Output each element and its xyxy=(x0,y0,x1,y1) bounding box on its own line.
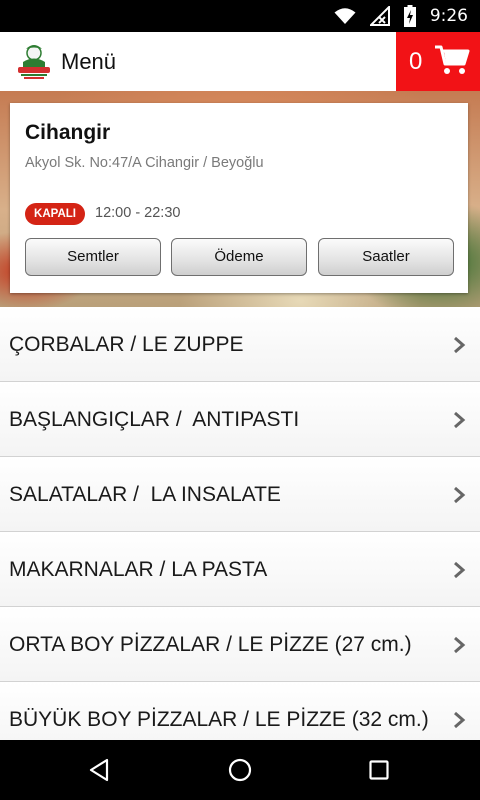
districts-button[interactable]: Semtler xyxy=(25,238,161,276)
wifi-icon xyxy=(334,8,356,24)
shopping-cart-icon xyxy=(435,45,470,74)
store-name: Cihangir xyxy=(25,121,111,144)
menu-category-label: MAKARNALAR / LA PASTA xyxy=(9,558,268,581)
chevron-right-icon xyxy=(454,486,466,504)
menu-category-row[interactable]: ORTA BOY PİZZALAR / LE PİZZE (27 cm.) xyxy=(0,607,480,682)
page-title: Menü xyxy=(61,49,117,74)
status-time: 9:26 xyxy=(429,6,468,26)
menu-category-row[interactable]: MAKARNALAR / LA PASTA xyxy=(0,532,480,607)
app-bar: Menü 0 xyxy=(0,32,480,91)
menu-category-label: BÜYÜK BOY PİZZALAR / LE PİZZE (32 cm.) xyxy=(9,708,429,731)
menu-category-label: BAŞLANGIÇLAR / ANTIPASTI xyxy=(9,408,300,431)
navigation-bar xyxy=(0,740,480,800)
payment-button[interactable]: Ödeme xyxy=(171,238,307,276)
back-icon xyxy=(89,758,109,782)
chevron-right-icon xyxy=(454,636,466,654)
menu-category-label: SALATALAR / LA INSALATE xyxy=(9,483,281,506)
status-icons: 9:26 xyxy=(334,5,468,27)
signal-off-icon xyxy=(369,6,390,26)
status-bar: 9:26 xyxy=(0,0,480,32)
store-address: Akyol Sk. No:47/A Cihangir / Beyoğlu xyxy=(25,155,264,171)
menu-category-label: ORTA BOY PİZZALAR / LE PİZZE (27 cm.) xyxy=(9,633,412,656)
restaurant-logo-icon xyxy=(15,41,53,81)
chevron-right-icon xyxy=(454,711,466,729)
recents-button[interactable] xyxy=(339,740,419,800)
chevron-right-icon xyxy=(454,411,466,429)
status-badge: KAPALI xyxy=(25,203,85,225)
cart-count: 0 xyxy=(409,48,423,75)
opening-hours: 12:00 - 22:30 xyxy=(95,205,181,221)
menu-category-label: ÇORBALAR / LE ZUPPE xyxy=(9,333,244,356)
menu-category-row[interactable]: SALATALAR / LA INSALATE xyxy=(0,457,480,532)
cart-button[interactable]: 0 xyxy=(396,32,480,91)
battery-charging-icon xyxy=(403,5,416,27)
home-icon xyxy=(228,758,252,782)
back-button[interactable] xyxy=(59,740,139,800)
menu-category-row[interactable]: BAŞLANGIÇLAR / ANTIPASTI xyxy=(0,382,480,457)
menu-category-row[interactable]: BÜYÜK BOY PİZZALAR / LE PİZZE (32 cm.) xyxy=(0,682,480,740)
chevron-right-icon xyxy=(454,336,466,354)
home-button[interactable] xyxy=(200,740,280,800)
menu-category-row[interactable]: ÇORBALAR / LE ZUPPE xyxy=(0,307,480,382)
hours-button[interactable]: Saatler xyxy=(318,238,454,276)
menu-category-list: ÇORBALAR / LE ZUPPE BAŞLANGIÇLAR / ANTIP… xyxy=(0,307,480,740)
store-info-card: Cihangir Akyol Sk. No:47/A Cihangir / Be… xyxy=(10,103,468,293)
chevron-right-icon xyxy=(454,561,466,579)
recents-icon xyxy=(369,760,389,780)
